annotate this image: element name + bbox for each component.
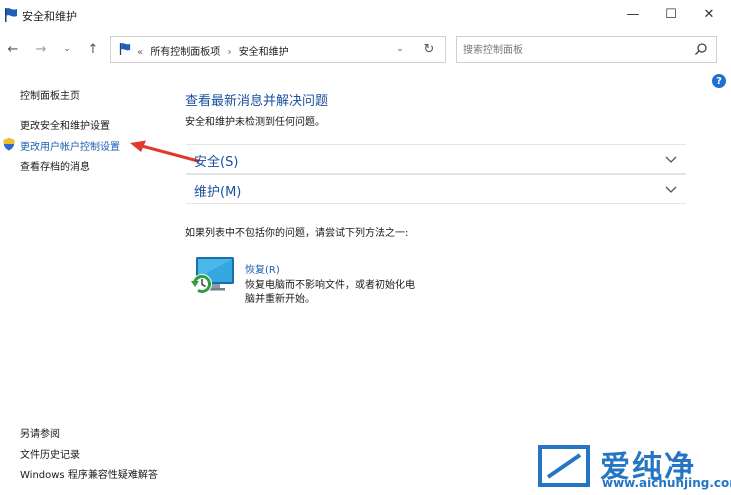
forward-button[interactable]: → — [32, 40, 50, 58]
chevron-down-icon[interactable] — [664, 152, 678, 166]
up-button[interactable]: ↑ — [84, 40, 102, 58]
breadcrumb-all-items[interactable]: 所有控制面板项 — [150, 47, 220, 58]
sidebar-item-security-settings[interactable]: 更改安全和维护设置 — [20, 117, 110, 132]
flag-icon — [5, 8, 17, 22]
watermark-url: www.aichunjing.com — [602, 476, 731, 490]
refresh-button[interactable]: ↻ — [421, 41, 437, 57]
chevron-down-icon[interactable] — [664, 182, 678, 196]
recovery-description: 恢复电脑而不影响文件，或者初始化电脑并重新开始。 — [245, 280, 415, 305]
recent-locations-button[interactable]: ⌄ — [60, 40, 74, 58]
sidebar-item-file-history[interactable]: 文件历史记录 — [20, 446, 80, 461]
maintenance-section-header[interactable]: 维护(M) — [186, 174, 686, 204]
help-icon[interactable]: ? — [712, 74, 726, 88]
title-bar: 安全和维护 — ☐ ✕ — [0, 0, 731, 30]
search-icon[interactable] — [694, 42, 708, 56]
see-also-heading: 另请参阅 — [20, 429, 60, 440]
search-input[interactable] — [463, 41, 683, 59]
sidebar-item-uac-settings[interactable]: 更改用户帐户控制设置 — [20, 138, 120, 153]
fix-hint-text: 如果列表中不包括你的问题，请尝试下列方法之一: — [185, 228, 409, 239]
flag-icon — [119, 43, 131, 55]
maintenance-section-label: 维护(M) — [194, 185, 242, 200]
close-button[interactable]: ✕ — [690, 0, 728, 28]
sidebar-item-archived-messages[interactable]: 查看存档的消息 — [20, 158, 90, 173]
page-title: 查看最新消息并解决问题 — [185, 94, 329, 109]
search-box[interactable] — [456, 36, 717, 63]
status-message: 安全和维护未检测到任何问题。 — [185, 117, 325, 128]
address-bar[interactable]: « 所有控制面板项 › 安全和维护 ⌄ ↻ — [110, 36, 446, 63]
breadcrumb-separator[interactable]: › — [228, 47, 232, 58]
breadcrumb-security-maintenance[interactable]: 安全和维护 — [239, 47, 289, 58]
recovery-icon — [191, 257, 234, 294]
watermark-logo-icon — [538, 445, 590, 487]
shield-icon — [3, 138, 15, 151]
security-section-label: 安全(S) — [194, 155, 239, 170]
sidebar-item-home[interactable]: 控制面板主页 — [20, 87, 80, 102]
breadcrumb: « 所有控制面板项 › 安全和维护 — [137, 43, 293, 58]
sidebar-item-compat-troubleshooter[interactable]: Windows 程序兼容性疑难解答 — [20, 466, 158, 481]
minimize-button[interactable]: — — [614, 0, 652, 28]
back-button[interactable]: ← — [4, 40, 22, 58]
watermark: 爱纯净 www.aichunjing.com — [532, 438, 731, 495]
recovery-link[interactable]: 恢复(R) — [245, 261, 280, 276]
address-dropdown-button[interactable]: ⌄ — [393, 42, 407, 56]
breadcrumb-overflow[interactable]: « — [137, 47, 143, 58]
maximize-button[interactable]: ☐ — [652, 0, 690, 28]
window-title: 安全和维护 — [22, 10, 77, 23]
security-section-header[interactable]: 安全(S) — [186, 144, 686, 174]
navigation-bar: ← → ⌄ ↑ « 所有控制面板项 › 安全和维护 ⌄ ↻ — [0, 30, 731, 70]
